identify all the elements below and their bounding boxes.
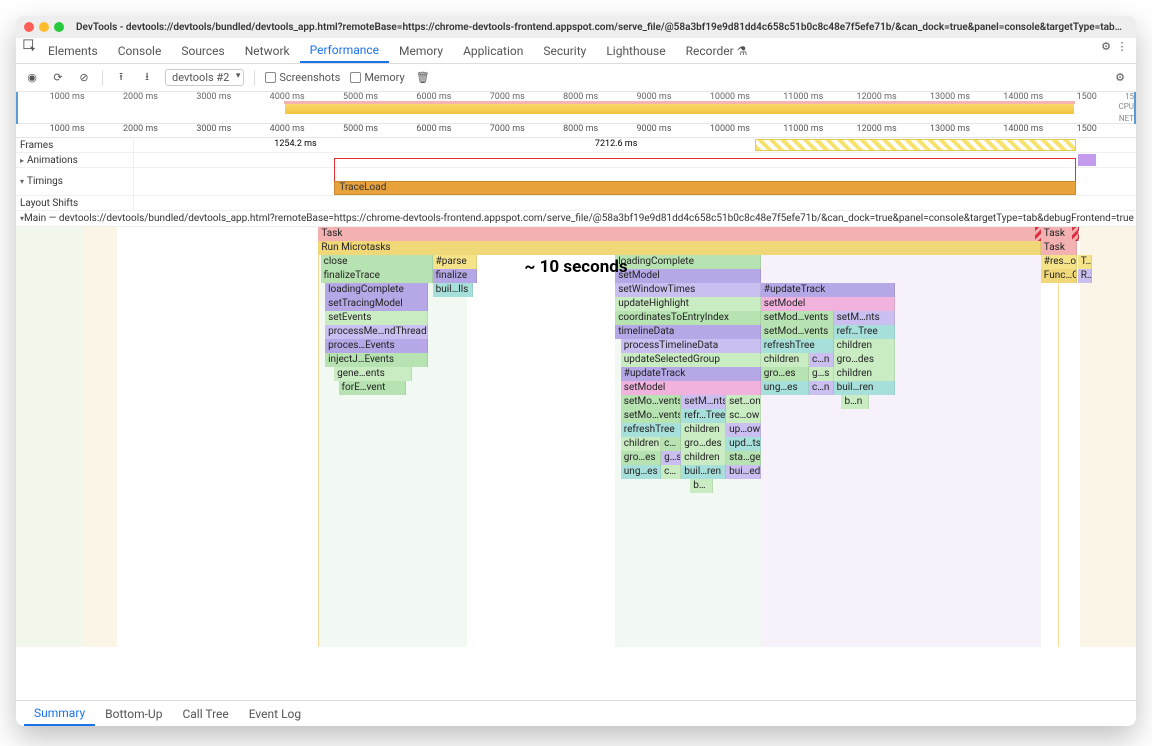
- flame-task[interactable]: Task: [318, 227, 1040, 241]
- inspect-icon[interactable]: [22, 38, 38, 54]
- btab-bottom-up[interactable]: Bottom-Up: [95, 701, 172, 726]
- ruler-tick: 4000 ms: [270, 124, 305, 134]
- window-title: DevTools - devtools://devtools/bundled/d…: [76, 22, 1128, 33]
- details-tab-strip: Summary Bottom-Up Call Tree Event Log: [16, 700, 1136, 726]
- trash-icon[interactable]: 🗑: [415, 70, 431, 86]
- btab-event-log[interactable]: Event Log: [239, 701, 311, 726]
- tab-recorder[interactable]: Recorder ⚗: [676, 38, 758, 63]
- ruler-tick: 8000 ms: [563, 124, 598, 134]
- timeline-overview[interactable]: 1000 ms2000 ms3000 ms4000 ms5000 ms6000 …: [16, 92, 1136, 124]
- track-frames: Frames 1254.2 ms 7212.6 ms: [16, 138, 1136, 153]
- ruler-tick: 6000 ms: [416, 124, 451, 134]
- panel-settings-gear-icon[interactable]: ⚙: [1112, 70, 1128, 86]
- ruler-tick: 14000 ms: [1003, 124, 1043, 134]
- profile-select[interactable]: devtools #2: [165, 69, 244, 86]
- flask-icon: ⚗: [737, 44, 748, 58]
- overview-selection-handles[interactable]: [16, 92, 1136, 124]
- tab-console[interactable]: Console: [108, 38, 172, 63]
- perf-toolbar: ◉ ⟳ ⊘ ⭱ ⭳ devtools #2 Screenshots Memory…: [16, 64, 1136, 92]
- minimize-window-icon[interactable]: [39, 22, 49, 32]
- screenshots-checkbox[interactable]: Screenshots: [265, 71, 340, 84]
- timing-traceload[interactable]: TraceLoad: [334, 181, 1076, 195]
- tab-elements[interactable]: Elements: [38, 38, 108, 63]
- timeline-tracks: ~ 10 seconds Frames 1254.2 ms 7212.6 ms …: [16, 138, 1136, 647]
- ruler-tick: 7000 ms: [490, 124, 525, 134]
- zoom-window-icon[interactable]: [54, 22, 64, 32]
- devtools-tab-strip: Elements Console Sources Network Perform…: [16, 38, 1136, 64]
- ruler-tick: 13000 ms: [930, 124, 970, 134]
- download-icon[interactable]: ⭳: [139, 70, 155, 86]
- ruler-tick: 11000 ms: [783, 124, 823, 134]
- tab-performance[interactable]: Performance: [300, 38, 389, 63]
- tab-memory[interactable]: Memory: [389, 38, 453, 63]
- ruler-tick: 12000 ms: [857, 124, 897, 134]
- tab-network[interactable]: Network: [235, 38, 300, 63]
- collapse-icon[interactable]: ▾: [20, 177, 24, 186]
- reload-record-icon[interactable]: ⟳: [50, 70, 66, 86]
- btab-call-tree[interactable]: Call Tree: [172, 701, 238, 726]
- frame-time-1: 1254.2 ms: [274, 139, 316, 149]
- flame-microtasks[interactable]: Run Microtasks: [318, 241, 1040, 255]
- ruler-tick: 9000 ms: [636, 124, 671, 134]
- annotation-text: ~ 10 seconds: [524, 257, 627, 277]
- tab-security[interactable]: Security: [533, 38, 596, 63]
- ruler-tick: 2000 ms: [123, 124, 158, 134]
- tab-sources[interactable]: Sources: [171, 38, 234, 63]
- ruler-tick: 10000 ms: [710, 124, 750, 134]
- more-icon[interactable]: ⋮: [1114, 38, 1130, 54]
- close-window-icon[interactable]: [24, 22, 34, 32]
- frame-time-2: 7212.6 ms: [595, 139, 637, 149]
- flame-chart[interactable]: Task Run Microtasks close #parse finaliz…: [16, 227, 1136, 647]
- btab-summary[interactable]: Summary: [24, 701, 95, 726]
- dropped-frames: [755, 139, 1076, 151]
- tab-application[interactable]: Application: [453, 38, 533, 63]
- ruler-tick: 1500: [1077, 124, 1097, 134]
- track-layout-shifts: Layout Shifts: [16, 196, 1136, 211]
- settings-gear-icon[interactable]: ⚙: [1098, 38, 1114, 54]
- ruler-tick: 1000 ms: [50, 124, 85, 134]
- track-timings: ▾Timings TraceLoad: [16, 168, 1136, 196]
- clear-icon[interactable]: ⊘: [76, 70, 92, 86]
- main-thread-header[interactable]: ▾Main — devtools://devtools/bundled/devt…: [16, 211, 1136, 227]
- animation-entry[interactable]: [1078, 154, 1096, 166]
- ruler-tick: 5000 ms: [343, 124, 378, 134]
- timeline-ruler[interactable]: 1000 ms 2000 ms 3000 ms 4000 ms 5000 ms 6000 …: [16, 124, 1136, 138]
- expand-icon[interactable]: ▸: [20, 156, 24, 165]
- record-icon[interactable]: ◉: [24, 70, 40, 86]
- tab-lighthouse[interactable]: Lighthouse: [596, 38, 675, 63]
- memory-checkbox[interactable]: Memory: [350, 71, 404, 84]
- upload-icon[interactable]: ⭱: [113, 70, 129, 86]
- window-titlebar: DevTools - devtools://devtools/bundled/d…: [16, 16, 1136, 38]
- ruler-tick: 3000 ms: [196, 124, 231, 134]
